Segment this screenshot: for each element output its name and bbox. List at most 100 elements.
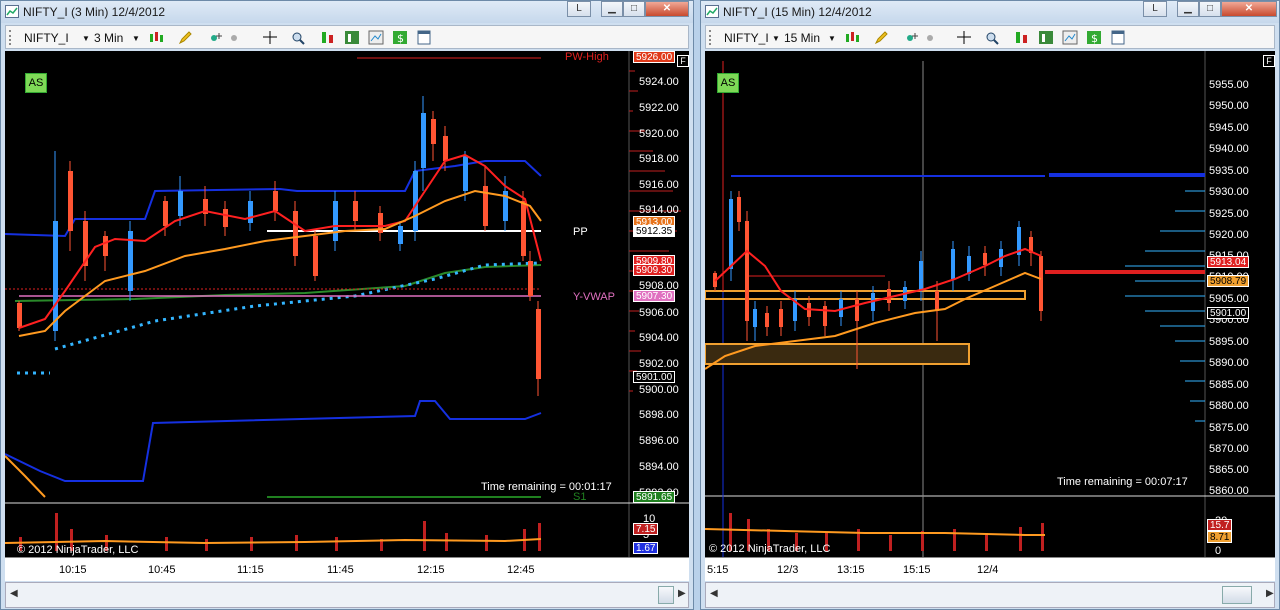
price-chart-panel[interactable]: AS F PW-High PP Y-VWAP S1 5924.00 5922.0…	[5, 51, 689, 557]
price-tag-pp: 5912.35	[633, 225, 676, 237]
data-box-icon[interactable]	[1110, 30, 1126, 45]
price-axis-label: 5904.00	[639, 332, 679, 344]
toolbar-grip-icon	[709, 30, 713, 45]
auto-scale-button[interactable]: AS	[25, 73, 47, 93]
candlestick-icon[interactable]	[844, 30, 860, 45]
volume-profile	[1125, 190, 1205, 422]
price-tag-current: 5901.00	[1207, 307, 1250, 319]
remove-indicator-icon[interactable]	[924, 30, 940, 45]
minimize-button[interactable]: ▁	[1177, 1, 1199, 17]
svg-text:$: $	[1091, 32, 1098, 45]
scroll-thumb[interactable]	[1222, 586, 1252, 604]
bars-icon[interactable]	[344, 30, 360, 45]
data-box-icon[interactable]	[416, 30, 432, 45]
pw-high-label: PW-High	[565, 51, 609, 63]
price-tag-y-vwap: 5907.30	[633, 290, 676, 302]
minimize-button[interactable]: ▁	[601, 1, 623, 17]
price-axis-label: 5924.00	[639, 76, 679, 88]
float-toggle-icon[interactable]: F	[1263, 55, 1275, 67]
properties-icon[interactable]	[368, 30, 384, 45]
zoom-icon[interactable]	[984, 30, 1000, 45]
add-indicator-icon[interactable]	[208, 30, 224, 45]
chevron-down-icon[interactable]: ▼	[82, 34, 90, 43]
volume-tag: 7.15	[633, 523, 659, 535]
price-axis-label: 5920.00	[639, 128, 679, 140]
copyright: © 2012 NinjaTrader, LLC	[17, 544, 139, 556]
price-axis-label: 5870.00	[1209, 443, 1249, 455]
horizontal-scrollbar[interactable]: ◀ ▶	[5, 582, 689, 608]
remove-indicator-icon[interactable]	[228, 30, 244, 45]
pp-label: PP	[573, 226, 588, 238]
chart-toolbar: NIFTY_I ▼ 15 Min ▼ $	[705, 25, 1275, 49]
price-axis-label: 5930.00	[1209, 186, 1249, 198]
maximize-button[interactable]: □	[1199, 1, 1221, 17]
instrument-selector[interactable]: NIFTY_I	[24, 31, 69, 45]
strategy-icon[interactable]	[1014, 30, 1030, 45]
chart-window-3min: NIFTY_I (3 Min) 12/4/2012 L ▁ □ ✕ NIFTY_…	[0, 0, 694, 610]
scroll-right-icon[interactable]: ▶	[1266, 588, 1274, 599]
price-axis-label: 5875.00	[1209, 422, 1249, 434]
chevron-down-icon[interactable]: ▼	[772, 34, 780, 43]
candlestick-icon[interactable]	[148, 30, 164, 45]
price-axis-label: 5902.00	[639, 358, 679, 370]
price-tag-current: 5901.00	[633, 371, 676, 383]
chevron-down-icon[interactable]: ▼	[828, 34, 836, 43]
dollar-icon[interactable]: $	[1086, 30, 1102, 45]
price-axis-label: 5920.00	[1209, 229, 1249, 241]
time-axis-label: 15:15	[903, 564, 931, 576]
window-title-bar[interactable]: NIFTY_I (15 Min) 12/4/2012 L ▁ □ ✕	[701, 1, 1279, 23]
scroll-left-icon[interactable]: ◀	[10, 588, 18, 599]
price-axis-label: 5880.00	[1209, 400, 1249, 412]
chart-icon	[705, 5, 719, 18]
scroll-thumb[interactable]	[658, 586, 674, 604]
crosshair-icon[interactable]	[262, 30, 278, 45]
chart-window-15min: NIFTY_I (15 Min) 12/4/2012 L ▁ □ ✕ NIFTY…	[700, 0, 1280, 610]
chevron-down-icon[interactable]: ▼	[132, 34, 140, 43]
time-remaining: Time remaining = 00:07:17	[1057, 476, 1188, 488]
price-axis-label: 5906.00	[639, 307, 679, 319]
float-toggle-icon[interactable]: F	[677, 55, 689, 67]
price-axis-label: 5905.00	[1209, 293, 1249, 305]
link-button[interactable]: L	[567, 1, 591, 17]
pencil-icon[interactable]	[874, 30, 890, 45]
maximize-button[interactable]: □	[623, 1, 645, 17]
instrument-selector[interactable]: NIFTY_I	[724, 31, 769, 45]
add-indicator-icon[interactable]	[904, 30, 920, 45]
strategy-icon[interactable]	[320, 30, 336, 45]
time-remaining: Time remaining = 00:01:17	[481, 481, 612, 493]
time-axis: 5:15 12/3 13:15 15:15 12/4	[705, 557, 1275, 581]
scroll-left-icon[interactable]: ◀	[710, 588, 718, 599]
price-tag: 5913.04	[1207, 256, 1250, 268]
volume-tag: 8.71	[1207, 531, 1233, 543]
zoom-icon[interactable]	[290, 30, 306, 45]
pencil-icon[interactable]	[178, 30, 194, 45]
dollar-icon[interactable]: $	[392, 30, 408, 45]
scroll-right-icon[interactable]: ▶	[678, 588, 686, 599]
price-axis-label: 5945.00	[1209, 122, 1249, 134]
price-tag-pw-high: 5926.00	[633, 51, 676, 63]
copyright: © 2012 NinjaTrader, LLC	[709, 543, 831, 555]
price-chart-svg	[705, 51, 1275, 557]
price-axis-label: 5895.00	[1209, 336, 1249, 348]
price-chart-panel[interactable]: AS F 5955.00 5950.00 5945.00 5940.00 593…	[705, 51, 1275, 557]
price-axis-label: 5900.00	[639, 384, 679, 396]
price-tag: 5909.30	[633, 264, 676, 276]
crosshair-icon[interactable]	[956, 30, 972, 45]
interval-selector[interactable]: 3 Min	[94, 31, 123, 45]
chart-icon	[5, 5, 19, 18]
window-title-bar[interactable]: NIFTY_I (3 Min) 12/4/2012 L ▁ □ ✕	[1, 1, 693, 23]
price-axis-label: 5896.00	[639, 435, 679, 447]
horizontal-scrollbar[interactable]: ◀ ▶	[705, 582, 1275, 608]
price-axis-label: 5950.00	[1209, 100, 1249, 112]
price-tag: 5908.79	[1207, 275, 1250, 287]
auto-scale-button[interactable]: AS	[717, 73, 739, 93]
price-axis-label: 5860.00	[1209, 485, 1249, 497]
close-button[interactable]: ✕	[1221, 1, 1277, 17]
price-axis-label: 5916.00	[639, 179, 679, 191]
bars-icon[interactable]	[1038, 30, 1054, 45]
interval-selector[interactable]: 15 Min	[784, 31, 820, 45]
properties-icon[interactable]	[1062, 30, 1078, 45]
close-button[interactable]: ✕	[645, 1, 689, 17]
time-axis: 10:15 10:45 11:15 11:45 12:15 12:45	[5, 557, 689, 581]
link-button[interactable]: L	[1143, 1, 1167, 17]
